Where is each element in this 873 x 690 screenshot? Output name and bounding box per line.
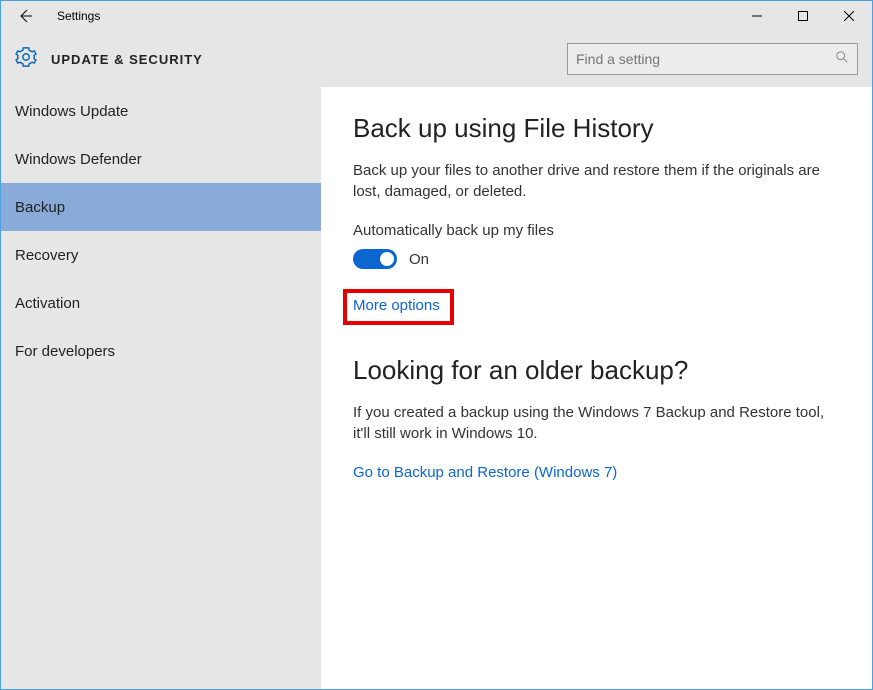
sidebar-item-recovery[interactable]: Recovery <box>1 231 321 279</box>
sidebar-item-activation[interactable]: Activation <box>1 279 321 327</box>
sidebar: Windows Update Windows Defender Backup R… <box>1 87 321 689</box>
heading-file-history: Back up using File History <box>353 113 848 144</box>
sidebar-item-label: Activation <box>15 295 80 312</box>
sidebar-item-label: Windows Defender <box>15 151 142 168</box>
sidebar-item-label: Backup <box>15 199 65 216</box>
window-controls <box>734 1 872 31</box>
settings-window: Settings UPDATE & SECURITY Windows Updat… <box>0 0 873 690</box>
body: Windows Update Windows Defender Backup R… <box>1 87 872 689</box>
sidebar-item-backup[interactable]: Backup <box>1 183 321 231</box>
content: Back up using File History Back up your … <box>321 87 872 689</box>
auto-backup-toggle[interactable] <box>353 249 397 269</box>
search-icon <box>835 50 849 69</box>
toggle-label: Automatically back up my files <box>353 222 848 239</box>
back-button[interactable] <box>1 1 49 31</box>
older-backup-section: Looking for an older backup? If you crea… <box>353 355 848 482</box>
sidebar-item-for-developers[interactable]: For developers <box>1 327 321 375</box>
maximize-icon <box>798 11 808 21</box>
toggle-row: On <box>353 249 848 269</box>
arrow-left-icon <box>17 8 33 24</box>
sidebar-item-label: For developers <box>15 343 115 360</box>
close-button[interactable] <box>826 1 872 31</box>
file-history-description: Back up your files to another drive and … <box>353 160 833 202</box>
titlebar: Settings <box>1 1 872 31</box>
section-title: UPDATE & SECURITY <box>51 52 567 67</box>
toggle-knob <box>380 252 394 266</box>
minimize-button[interactable] <box>734 1 780 31</box>
older-backup-description: If you created a backup using the Window… <box>353 402 833 444</box>
more-options-link[interactable]: More options <box>353 297 440 314</box>
close-icon <box>844 11 854 21</box>
sidebar-item-windows-update[interactable]: Windows Update <box>1 87 321 135</box>
minimize-icon <box>752 11 762 21</box>
header: UPDATE & SECURITY <box>1 31 872 87</box>
search-box[interactable] <box>567 43 858 75</box>
gear-icon <box>15 46 37 73</box>
sidebar-item-label: Windows Update <box>15 103 128 120</box>
backup-restore-win7-link[interactable]: Go to Backup and Restore (Windows 7) <box>353 464 617 481</box>
window-title: Settings <box>57 9 734 23</box>
toggle-state: On <box>409 251 429 268</box>
heading-older-backup: Looking for an older backup? <box>353 355 848 386</box>
search-input[interactable] <box>576 51 835 67</box>
maximize-button[interactable] <box>780 1 826 31</box>
sidebar-item-windows-defender[interactable]: Windows Defender <box>1 135 321 183</box>
sidebar-item-label: Recovery <box>15 247 78 264</box>
highlight-annotation: More options <box>343 289 454 325</box>
